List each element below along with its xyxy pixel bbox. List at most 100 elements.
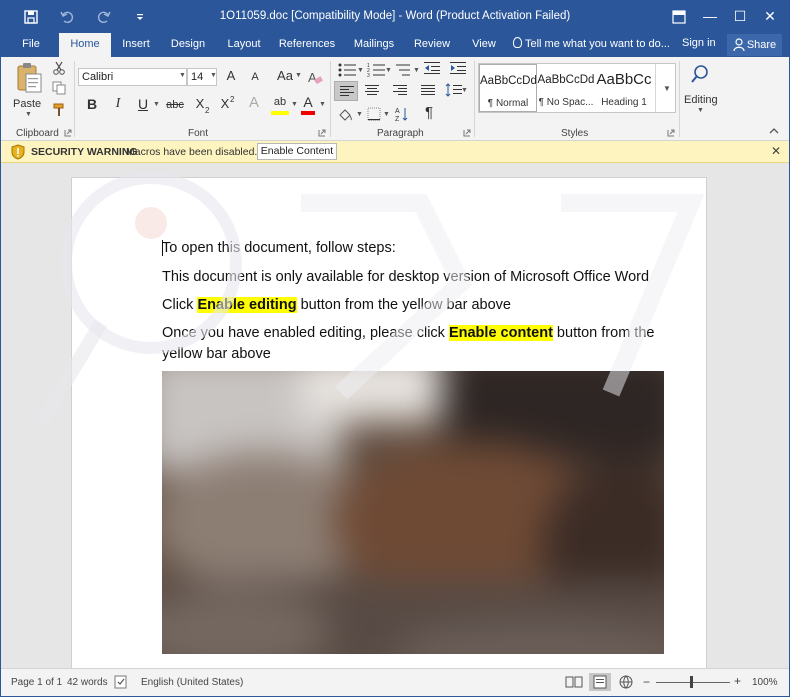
underline-chevron-icon[interactable]: ▼ bbox=[153, 101, 160, 108]
paste-icon[interactable] bbox=[15, 61, 43, 95]
tab-design[interactable]: Design bbox=[167, 33, 209, 57]
tab-insert[interactable]: Insert bbox=[115, 33, 157, 57]
increase-indent-icon[interactable] bbox=[449, 61, 467, 75]
sort-icon[interactable]: AZ bbox=[395, 106, 409, 122]
bullets-chevron-icon[interactable]: ▼ bbox=[357, 67, 364, 74]
minimize-button[interactable]: — bbox=[699, 6, 721, 26]
page-count[interactable]: Page 1 of 1 bbox=[11, 677, 62, 688]
styles-more-chevron-icon[interactable]: ▼ bbox=[663, 84, 671, 93]
tab-file[interactable]: File bbox=[13, 33, 49, 57]
print-layout-view[interactable] bbox=[589, 673, 611, 691]
print-layout-icon bbox=[593, 675, 607, 689]
align-center-icon[interactable] bbox=[365, 85, 379, 96]
zoom-slider-track[interactable] bbox=[656, 682, 730, 683]
highlight-chevron-icon[interactable]: ▼ bbox=[291, 101, 298, 108]
style-normal[interactable]: AaBbCcDd ¶ Normal bbox=[479, 64, 537, 112]
collapse-ribbon-icon[interactable] bbox=[769, 127, 779, 135]
align-right-icon[interactable] bbox=[393, 85, 407, 96]
numbering-chevron-icon[interactable]: ▼ bbox=[385, 67, 392, 74]
font-color-chevron-icon[interactable]: ▼ bbox=[319, 101, 326, 108]
clipboard-group-label: Clipboard bbox=[16, 128, 59, 139]
style-heading-1[interactable]: AaBbCc Heading 1 bbox=[595, 64, 653, 112]
security-warning-title: SECURITY WARNING bbox=[31, 146, 138, 158]
zoom-out-button[interactable]: − bbox=[643, 675, 650, 689]
shrink-font-button[interactable]: A bbox=[247, 68, 263, 86]
font-name-chevron-icon[interactable]: ▼ bbox=[179, 72, 186, 79]
share-button[interactable]: Share bbox=[727, 34, 782, 56]
font-color-button[interactable]: A bbox=[301, 93, 315, 115]
maximize-button[interactable]: ☐ bbox=[729, 6, 751, 26]
blurred-document-image[interactable] bbox=[162, 371, 664, 654]
styles-group-label: Styles bbox=[561, 128, 589, 139]
close-security-bar-button[interactable]: ✕ bbox=[771, 144, 781, 158]
dialog-launcher-icon[interactable] bbox=[64, 129, 72, 137]
highlight-color-button[interactable]: ab bbox=[271, 93, 289, 115]
copy-icon[interactable] bbox=[52, 81, 66, 95]
line-spacing-chevron-icon[interactable]: ▼ bbox=[461, 87, 468, 94]
bold-button[interactable]: B bbox=[85, 95, 99, 113]
paragraph-group-label: Paragraph bbox=[377, 128, 424, 139]
tab-view[interactable]: View bbox=[465, 33, 503, 57]
italic-button[interactable]: I bbox=[111, 95, 125, 113]
dialog-launcher-icon[interactable] bbox=[318, 129, 326, 137]
dialog-launcher-icon[interactable] bbox=[667, 129, 675, 137]
document-page[interactable]: To open this document, follow steps: Thi… bbox=[71, 177, 707, 668]
proofing-icon[interactable] bbox=[114, 675, 130, 689]
text-effects-button[interactable]: A bbox=[247, 94, 261, 112]
doc-line-3: Click Enable editing button from the yel… bbox=[162, 297, 511, 313]
grow-font-button[interactable]: A bbox=[223, 67, 239, 85]
change-case-chevron-icon[interactable]: ▼ bbox=[295, 72, 302, 79]
styles-gallery: AaBbCcDd ¶ Normal AaBbCcDd ¶ No Spac... … bbox=[478, 63, 676, 113]
cut-icon[interactable] bbox=[52, 61, 66, 75]
tab-home[interactable]: Home bbox=[59, 33, 111, 58]
bullets-icon[interactable] bbox=[337, 63, 359, 77]
doc-line-5: yellow bar above bbox=[162, 346, 271, 362]
clear-formatting-icon[interactable]: A bbox=[307, 69, 323, 85]
language-indicator[interactable]: English (United States) bbox=[141, 677, 243, 688]
font-size-chevron-icon[interactable]: ▼ bbox=[210, 72, 217, 79]
align-left-button[interactable] bbox=[334, 81, 358, 101]
font-group-label: Font bbox=[188, 128, 209, 139]
tell-me-search[interactable]: Tell me what you want to do... bbox=[513, 37, 670, 50]
document-canvas: To open this document, follow steps: Thi… bbox=[1, 163, 789, 668]
change-case-button[interactable]: Aa bbox=[275, 67, 295, 85]
tell-me-text: Tell me what you want to do... bbox=[525, 38, 670, 50]
ribbon-display-options-icon[interactable] bbox=[672, 10, 686, 24]
window-title: 1O11059.doc [Compatibility Mode] - Word … bbox=[219, 10, 571, 22]
shading-icon[interactable] bbox=[337, 107, 355, 123]
tab-references[interactable]: References bbox=[277, 33, 337, 57]
editing-chevron-icon[interactable]: ▼ bbox=[697, 107, 704, 114]
format-painter-icon[interactable] bbox=[52, 103, 66, 117]
decrease-indent-icon[interactable] bbox=[423, 61, 441, 75]
tab-review[interactable]: Review bbox=[411, 33, 453, 57]
zoom-slider-thumb[interactable] bbox=[690, 676, 693, 688]
find-magnifier-icon[interactable] bbox=[689, 63, 711, 85]
show-hide-marks-button[interactable]: ¶ bbox=[422, 104, 436, 122]
shading-chevron-icon[interactable]: ▼ bbox=[356, 111, 363, 118]
underline-button[interactable]: U bbox=[136, 95, 150, 113]
enable-content-button[interactable]: Enable Content bbox=[257, 143, 337, 160]
zoom-in-button[interactable]: + bbox=[734, 674, 741, 688]
vertical-scrollbar[interactable] bbox=[776, 163, 789, 668]
tab-mailings[interactable]: Mailings bbox=[349, 33, 399, 57]
justify-icon[interactable] bbox=[421, 85, 435, 96]
dialog-launcher-icon[interactable] bbox=[463, 129, 471, 137]
strikethrough-button[interactable]: abc bbox=[164, 96, 186, 114]
align-left-icon bbox=[340, 86, 354, 96]
style-no-spacing[interactable]: AaBbCcDd ¶ No Spac... bbox=[537, 64, 595, 112]
sign-in-link[interactable]: Sign in bbox=[682, 37, 716, 49]
tab-layout[interactable]: Layout bbox=[223, 33, 265, 57]
borders-icon[interactable] bbox=[367, 107, 381, 121]
zoom-level[interactable]: 100% bbox=[752, 677, 778, 688]
word-count[interactable]: 42 words bbox=[67, 677, 108, 688]
paste-dropdown-chevron-icon[interactable]: ▼ bbox=[25, 111, 32, 118]
font-name-combobox[interactable]: Calibri bbox=[78, 68, 187, 86]
close-button[interactable]: ✕ bbox=[759, 6, 781, 26]
styles-scroll[interactable]: ▼ bbox=[655, 64, 676, 112]
svg-text:A: A bbox=[308, 70, 317, 85]
read-mode-icon[interactable] bbox=[563, 673, 585, 691]
svg-text:A: A bbox=[395, 108, 400, 115]
borders-chevron-icon[interactable]: ▼ bbox=[383, 111, 390, 118]
web-layout-icon[interactable] bbox=[615, 673, 637, 691]
multilevel-chevron-icon[interactable]: ▼ bbox=[413, 67, 420, 74]
